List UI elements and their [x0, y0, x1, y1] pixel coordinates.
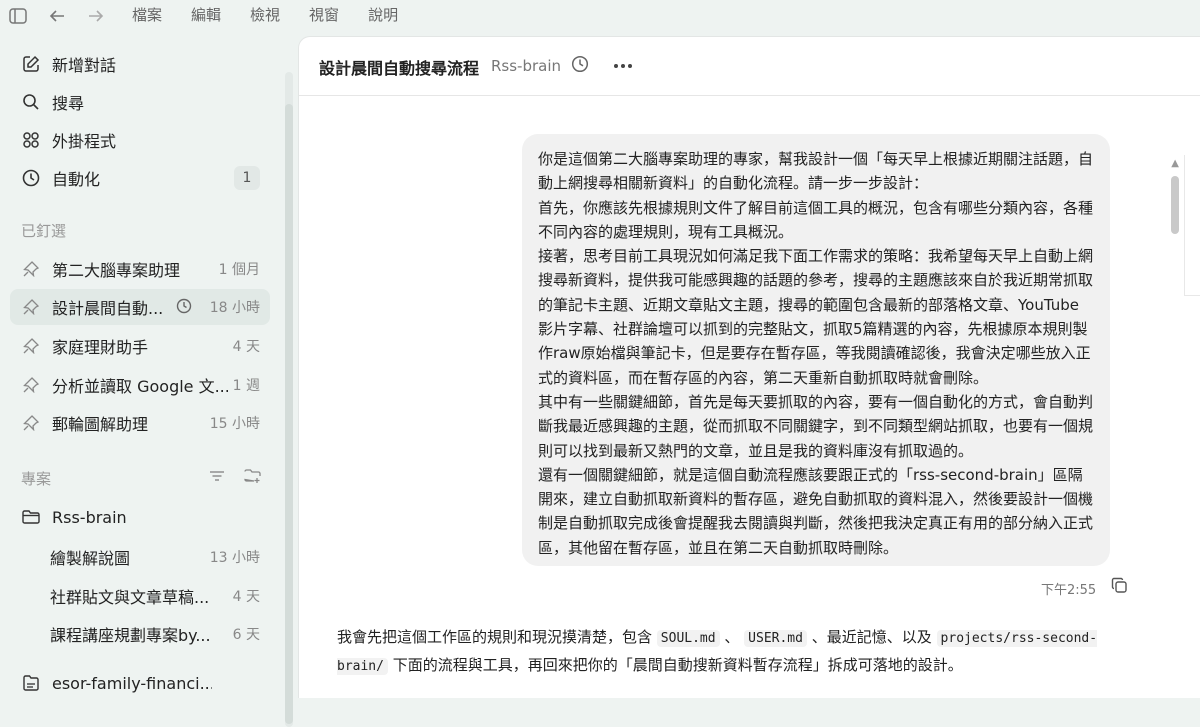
search-button[interactable]: 搜尋 [10, 84, 270, 120]
plugins-label: 外掛程式 [52, 132, 117, 151]
file-icon [20, 672, 42, 694]
pinned-header: 已釘選 [21, 222, 67, 240]
project-item-label: 繪製解說圖 [50, 549, 131, 568]
pin-icon [20, 258, 42, 280]
assistant-reply: 我會先把這個工作區的規則和現況摸清楚，包含 SOUL.md 、 USER.md … [337, 624, 1127, 680]
reply-text: 下面的流程與工具，再回來把你的「晨間自動搜新資料暫存流程」拆成可落地的設計。 [392, 656, 963, 674]
message-paragraph: 接著，思考目前工具現況如何滿足我下面工作需求的策略：我希望每天早上自動上網搜尋新… [538, 247, 1094, 387]
pin-icon [20, 412, 42, 434]
automation-count-badge: 1 [234, 166, 260, 190]
new-folder-icon[interactable] [244, 468, 262, 484]
pinned-item-time: 4 天 [232, 339, 260, 355]
new-chat-button[interactable]: 新增對話 [10, 46, 270, 82]
project-item-label: 課程講座規劃專案by... [50, 626, 211, 645]
folder-icon [20, 506, 42, 528]
project-item-time: 6 天 [232, 627, 260, 643]
pinned-item-time: 1 個月 [218, 262, 260, 278]
new-chat-label: 新增對話 [52, 56, 117, 75]
search-icon [20, 91, 42, 113]
pin-icon [20, 374, 42, 396]
menu-window[interactable]: 視窗 [309, 4, 339, 25]
file-item-label: esor-family-financi... [52, 673, 212, 693]
pin-icon [20, 335, 42, 357]
pinned-item-morning-search[interactable]: 設計晨間自動... 18 小時 [10, 289, 270, 325]
history-clock-icon[interactable] [571, 55, 591, 75]
clock-icon [176, 298, 192, 314]
reply-text: 、 [724, 628, 740, 646]
back-arrow-icon[interactable] [47, 6, 67, 26]
menu-file[interactable]: 檔案 [132, 4, 162, 25]
pinned-item-label: 第二大腦專案助理 [52, 261, 181, 280]
pinned-item-family-finance[interactable]: 家庭理財助手 4 天 [10, 328, 270, 364]
pinned-item-label: 家庭理財助手 [52, 338, 149, 357]
message-paragraph: 其中有一些關鍵細節，首先是每天要抓取的內容，要有一個自動化的方式，會自動判斷我最… [538, 392, 1094, 460]
sidebar-toggle-icon[interactable] [8, 6, 28, 26]
project-item[interactable]: 繪製解說圖 13 小時 [10, 539, 270, 575]
conversation-title: 設計晨間自動搜尋流程 [319, 59, 480, 78]
project-item-time: 4 天 [232, 589, 260, 605]
copy-icon[interactable] [1111, 577, 1129, 595]
pinned-item-google-docs[interactable]: 分析並讀取 Google 文... 1 週 [10, 367, 270, 403]
message-paragraph: 你是這個第二大腦專案助理的專家，幫我設計一個「每天早上根據近期關注話題，自動上網… [538, 150, 1094, 193]
pinned-item-label: 郵輪圖解助理 [52, 415, 149, 434]
project-item[interactable]: 社群貼文與文章草稿... 4 天 [10, 578, 270, 614]
conversation-header: 設計晨間自動搜尋流程 Rss-brain [299, 37, 1200, 96]
project-item[interactable]: 課程講座規劃專案by... 6 天 [10, 616, 270, 652]
project-item-time: 13 小時 [209, 550, 260, 566]
conversation-area: ▲ 你是這個第二大腦專案助理的專家，幫我設計一個「每天早上根據近期關注話題，自動… [299, 96, 1200, 698]
menu-help[interactable]: 說明 [368, 4, 398, 25]
message-timestamp: 下午2:55 [1041, 583, 1097, 598]
sidebar-scrollbar[interactable] [285, 72, 293, 727]
message-paragraph: 首先，你應該先根據規則文件了解目前這個工具的概況，包含有哪些分類內容，各種不同內… [538, 198, 1094, 241]
pinned-item-label: 分析並讀取 Google 文... [52, 377, 228, 396]
plugins-button[interactable]: 外掛程式 [10, 122, 270, 158]
right-panel-edge [1184, 155, 1200, 296]
sort-icon[interactable] [209, 469, 227, 485]
scroll-up-arrow-icon[interactable]: ▲ [1171, 158, 1179, 169]
conversation-project[interactable]: Rss-brain [491, 57, 561, 75]
project-folder-rss-brain[interactable]: Rss-brain [10, 499, 270, 535]
pinned-item-time: 15 小時 [209, 416, 260, 432]
automation-label: 自動化 [52, 170, 101, 189]
message-paragraph: 還有一個關鍵細節，就是這個自動流程應該要跟正式的「rss-second-brai… [538, 465, 1094, 557]
project-item-label: 社群貼文與文章草稿... [50, 588, 210, 607]
more-options-icon[interactable] [613, 53, 633, 74]
user-message-bubble: 你是這個第二大腦專案助理的專家，幫我設計一個「每天早上根據近期關注話題，自動上網… [522, 134, 1110, 566]
inline-code: USER.md [744, 630, 807, 647]
forward-arrow-icon[interactable] [86, 6, 106, 26]
sidebar: 新增對話 搜尋 外掛程式 自動化 1 已釘選 第二大腦專案助理 1 個月 設計晨… [0, 32, 296, 727]
reply-text: 、最近記憶、以及 [811, 628, 932, 646]
pinned-item-time: 18 小時 [209, 300, 260, 316]
pinned-item-label: 設計晨間自動... [52, 299, 164, 318]
project-folder-label: Rss-brain [52, 507, 127, 527]
clock-icon [20, 167, 42, 189]
sidebar-scrollbar-thumb[interactable] [285, 104, 293, 724]
menu-edit[interactable]: 編輯 [191, 4, 221, 25]
projects-header: 專案 [21, 470, 52, 488]
pinned-item-second-brain[interactable]: 第二大腦專案助理 1 個月 [10, 251, 270, 287]
title-bar: 檔案 編輯 檢視 視窗 說明 [0, 0, 1200, 32]
pin-icon [20, 296, 42, 318]
plugins-icon [20, 129, 42, 151]
file-item[interactable]: esor-family-financi... [10, 665, 270, 701]
search-label: 搜尋 [52, 94, 85, 113]
conversation-scrollbar-thumb[interactable] [1171, 176, 1179, 234]
automation-button[interactable]: 自動化 1 [10, 160, 270, 196]
reply-text: 我會先把這個工作區的規則和現況摸清楚，包含 [337, 628, 653, 646]
edit-icon [20, 53, 42, 75]
main-panel: 設計晨間自動搜尋流程 Rss-brain ▲ 你是這個第二大腦專案助理的專家，幫… [298, 36, 1200, 698]
pinned-item-time: 1 週 [232, 378, 260, 394]
inline-code: SOUL.md [656, 630, 720, 647]
menu-view[interactable]: 檢視 [250, 4, 280, 25]
pinned-item-cruise[interactable]: 郵輪圖解助理 15 小時 [10, 405, 270, 441]
